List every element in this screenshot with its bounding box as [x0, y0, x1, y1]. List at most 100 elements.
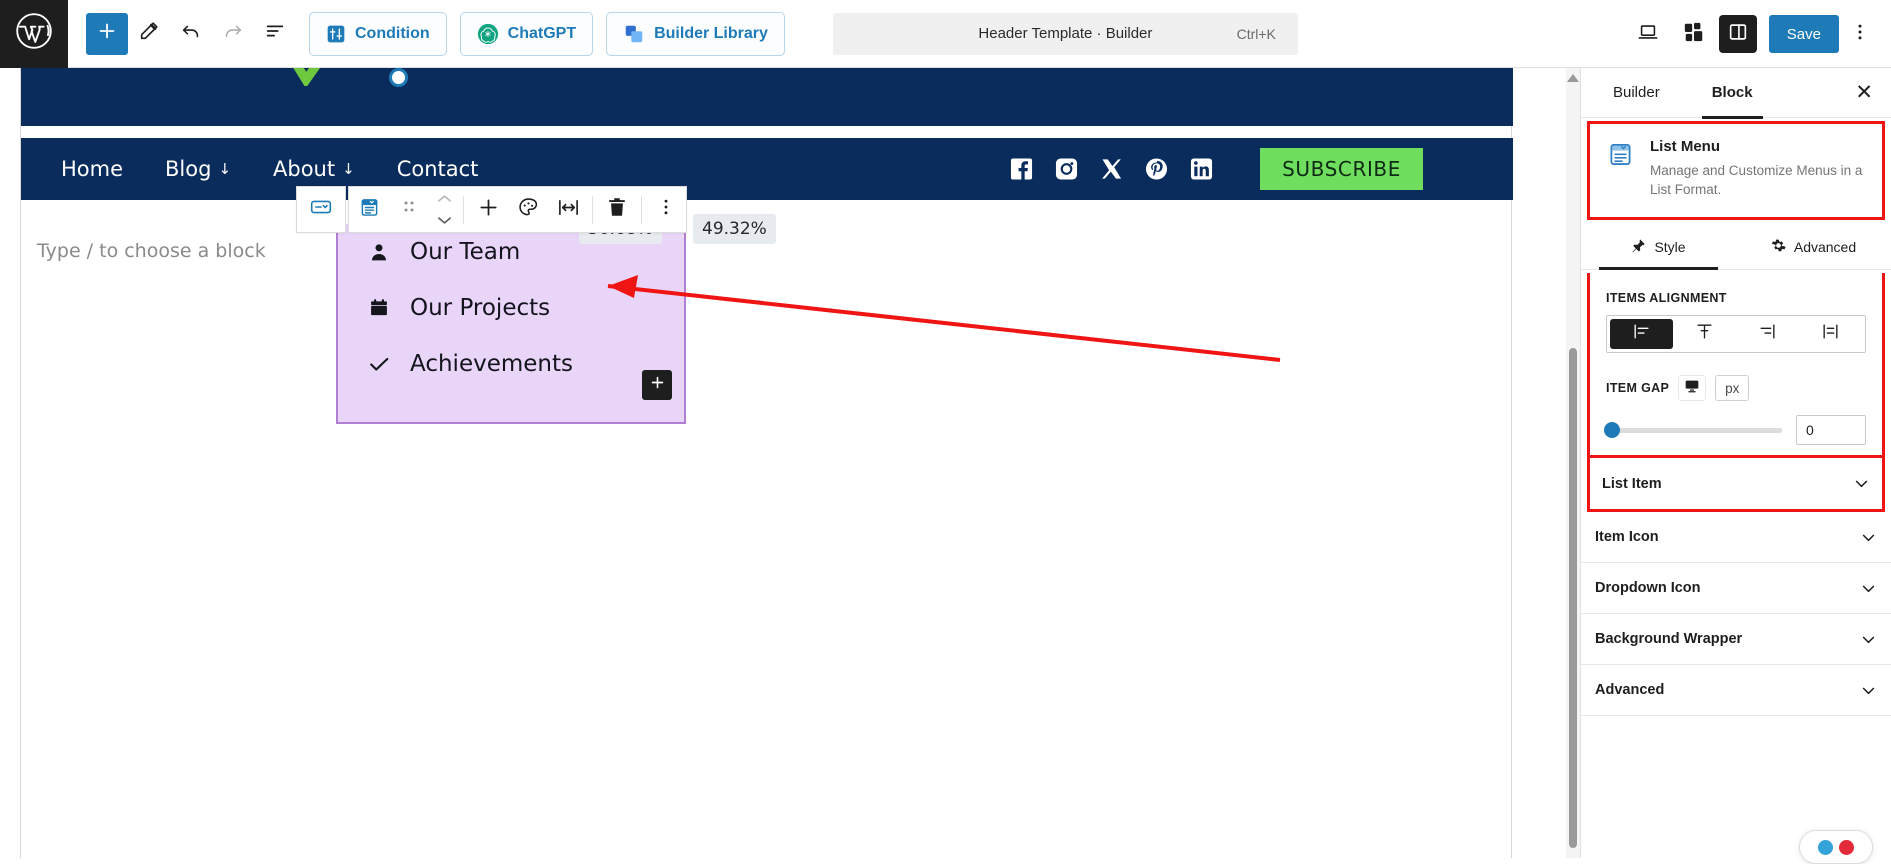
accordion-list-item-highlighted: List Item [1587, 458, 1885, 512]
save-button[interactable]: Save [1769, 15, 1839, 53]
instagram-icon[interactable] [1055, 158, 1078, 181]
dropdown-item-achievements[interactable]: Achievements [338, 336, 684, 392]
item-gap-unit-button[interactable]: px [1715, 375, 1749, 401]
align-justify-button[interactable] [1799, 319, 1862, 349]
nav-link-about[interactable]: About ↓ [273, 157, 355, 181]
delete-block-button[interactable] [597, 187, 637, 232]
item-gap-slider-row: 0 [1606, 415, 1866, 445]
person-icon [368, 241, 390, 263]
palette-icon [517, 196, 540, 224]
tab-block-label: Block [1712, 84, 1753, 101]
chatgpt-button[interactable]: ChatGPT [460, 12, 593, 56]
tab-builder[interactable]: Builder [1603, 68, 1670, 118]
block-placeholder-text[interactable]: Type / to choose a block [37, 240, 266, 262]
block-toolbar-main [348, 186, 687, 233]
editor-canvas: Home Blog ↓ About ↓ Contact [0, 68, 1540, 858]
document-title-bar[interactable]: Header Template · Builder Ctrl+K [833, 13, 1298, 55]
list-view-button[interactable] [254, 13, 296, 55]
chevron-down-icon [1860, 682, 1877, 699]
tab-style[interactable]: Style [1581, 224, 1736, 269]
dropdown-add-item-button[interactable] [642, 370, 672, 400]
chatgpt-button-label: ChatGPT [508, 25, 576, 43]
accordion-item-icon[interactable]: Item Icon [1581, 512, 1891, 563]
dropdown-item-achievements-label: Achievements [410, 351, 573, 377]
laptop-icon [1637, 21, 1659, 48]
style-advanced-tab-bar: Style Advanced [1581, 224, 1891, 270]
align-left-button[interactable] [1610, 319, 1673, 349]
builder-library-button-label: Builder Library [654, 25, 768, 43]
accordion-dropdown-icon[interactable]: Dropdown Icon [1581, 563, 1891, 614]
select-parent-block-button[interactable] [296, 186, 346, 233]
scroll-up-arrow-icon[interactable] [1567, 74, 1579, 82]
builder-library-button[interactable]: Builder Library [606, 12, 785, 56]
drag-block-handle[interactable] [389, 187, 429, 232]
add-item-button[interactable] [468, 187, 508, 232]
block-more-options-button[interactable] [646, 187, 686, 232]
wordpress-logo-button[interactable] [0, 0, 68, 68]
align-center-button[interactable] [1673, 319, 1736, 349]
x-twitter-icon[interactable] [1100, 158, 1123, 181]
accordion-item-icon-label: Item Icon [1595, 529, 1659, 545]
notification-badge-icon [1839, 840, 1854, 855]
toggle-settings-sidebar-button[interactable] [1719, 15, 1757, 53]
accordion-advanced[interactable]: Advanced [1581, 665, 1891, 716]
align-right-button[interactable] [1736, 319, 1799, 349]
chevron-down-icon: ↓ [218, 160, 231, 178]
accordion-background-wrapper-label: Background Wrapper [1595, 631, 1742, 647]
nav-link-blog[interactable]: Blog ↓ [165, 157, 231, 181]
gear-icon [1771, 238, 1786, 256]
list-menu-block-icon [357, 195, 382, 225]
block-type-button[interactable] [349, 187, 389, 232]
facebook-icon[interactable] [1010, 158, 1033, 181]
adjust-width-button[interactable] [548, 187, 588, 232]
item-gap-slider-thumb[interactable] [1604, 422, 1620, 438]
dropdown-item-our-projects[interactable]: Our Projects [338, 280, 684, 336]
more-options-button[interactable] [1843, 15, 1877, 53]
move-down-icon[interactable] [437, 212, 452, 230]
accordion-dropdown-icon-label: Dropdown Icon [1595, 580, 1701, 596]
column-resize-handle[interactable] [389, 68, 408, 87]
layers-icon [623, 23, 645, 45]
pinterest-icon[interactable] [1145, 158, 1168, 181]
tab-advanced-label: Advanced [1794, 239, 1856, 255]
block-title: List Menu [1650, 138, 1866, 155]
nav-link-contact[interactable]: Contact [397, 157, 479, 181]
tab-block[interactable]: Block [1702, 68, 1763, 118]
color-settings-button[interactable] [508, 187, 548, 232]
move-block-buttons[interactable] [429, 190, 459, 230]
align-right-icon [1758, 322, 1777, 346]
calendar-icon [368, 297, 390, 319]
move-up-icon[interactable] [437, 190, 452, 208]
save-button-label: Save [1787, 26, 1821, 43]
linkedin-icon[interactable] [1190, 158, 1213, 181]
align-center-icon [1695, 322, 1714, 346]
close-sidebar-button[interactable]: ✕ [1855, 82, 1873, 103]
item-gap-slider[interactable] [1606, 428, 1782, 433]
scrollbar-thumb[interactable] [1569, 348, 1577, 848]
plus-icon [649, 374, 666, 396]
blocks-panel-button[interactable] [1673, 13, 1715, 55]
nav-link-home[interactable]: Home [61, 157, 123, 181]
canvas-scrollbar[interactable] [1566, 68, 1580, 858]
align-justify-icon [1821, 322, 1840, 346]
adjust-width-icon [557, 196, 580, 224]
add-block-button[interactable] [86, 13, 128, 55]
accordion-list: Item Icon Dropdown Icon Background Wrapp… [1581, 512, 1891, 716]
accordion-list-item[interactable]: List Item [1590, 458, 1882, 509]
block-description: Manage and Customize Menus in a List For… [1650, 161, 1866, 199]
item-gap-device-button[interactable] [1678, 375, 1706, 401]
support-chat-widget[interactable] [1799, 830, 1873, 864]
undo-button[interactable] [170, 13, 212, 55]
view-desktop-button[interactable] [1627, 13, 1669, 55]
redo-button[interactable] [212, 13, 254, 55]
accordion-background-wrapper[interactable]: Background Wrapper [1581, 614, 1891, 665]
item-gap-input[interactable]: 0 [1796, 415, 1866, 445]
condition-button[interactable]: Condition [309, 12, 447, 56]
accordion-advanced-label: Advanced [1595, 682, 1664, 698]
list-menu-block-icon [1606, 140, 1636, 199]
chevron-down-icon [1860, 529, 1877, 546]
tab-advanced[interactable]: Advanced [1736, 224, 1891, 269]
dropdown-item-our-projects-label: Our Projects [410, 295, 550, 321]
edit-tool-button[interactable] [128, 13, 170, 55]
subscribe-button[interactable]: SUBSCRIBE [1260, 148, 1423, 190]
